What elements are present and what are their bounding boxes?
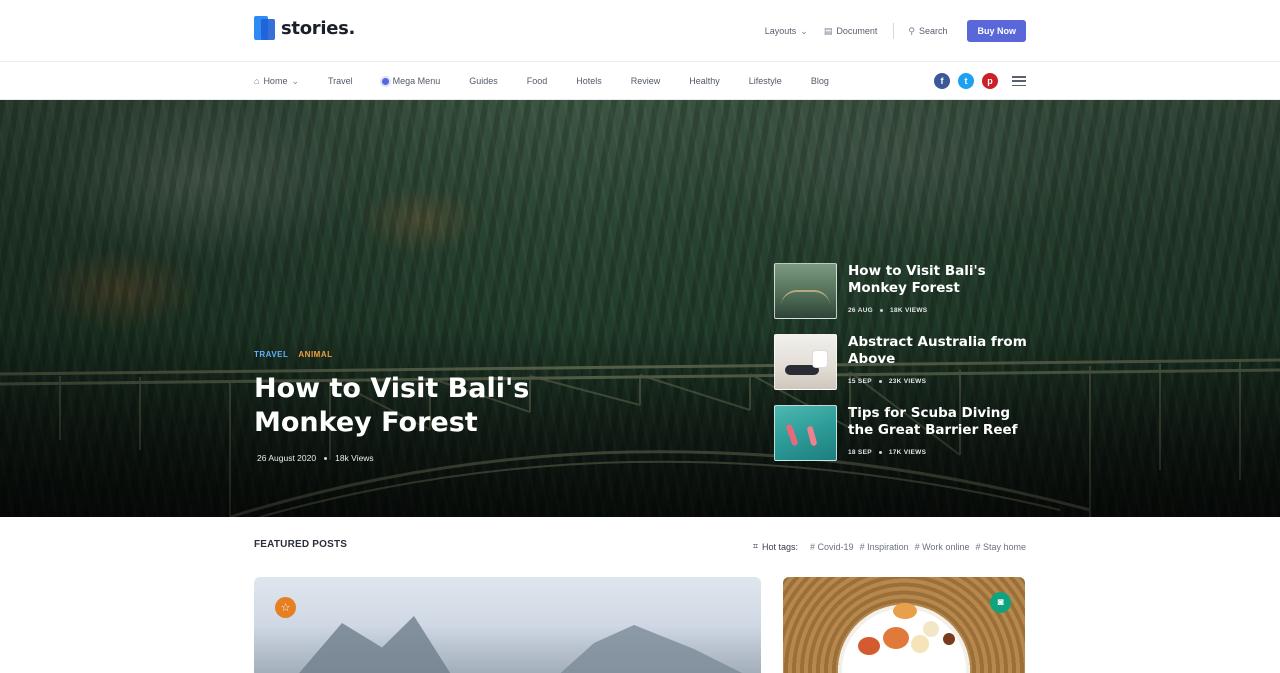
nav-item-blog[interactable]: Blog <box>811 76 829 86</box>
main-nav: ⌂ Home ⌄ Travel Mega Menu Guides Food Ho… <box>0 62 1280 100</box>
logo-mark-icon <box>254 14 276 42</box>
nav-item-hotels[interactable]: Hotels <box>576 76 602 86</box>
side-post-date: 18 SEP <box>848 449 872 456</box>
top-actions: Layouts ⌄ ▤ Document ⚲ Search Buy Now <box>765 20 1026 42</box>
nav-item-label: Blog <box>810 76 829 86</box>
hot-tags: ⌗ Hot tags: # Covid-19 # Inspiration # W… <box>753 541 1026 552</box>
mountain-shape <box>294 616 454 673</box>
side-post-meta: 26 AUG 18K VIEWS <box>848 307 927 314</box>
top-bar: stories. Layouts ⌄ ▤ Document ⚲ Search B… <box>0 0 1280 62</box>
camera-icon: ◙ <box>990 592 1011 613</box>
food-shape <box>911 635 929 653</box>
tag-travel[interactable]: TRAVEL <box>254 350 288 359</box>
document-label: Document <box>836 26 878 36</box>
side-post-date: 26 AUG <box>848 307 874 314</box>
divider <box>893 23 895 39</box>
side-post-title[interactable]: Tips for Scuba Diving the Great Barrier … <box>848 405 1028 439</box>
hero-meta: 26 August 2020 18k Views <box>257 453 374 463</box>
nav-item-label: Review <box>630 76 661 86</box>
search-icon: ⚲ <box>908 25 915 36</box>
facebook-icon[interactable]: f <box>934 73 950 89</box>
nav-item-label: Lifestyle <box>748 76 782 86</box>
side-post-thumbnail[interactable] <box>774 405 837 461</box>
layouts-dropdown[interactable]: Layouts ⌄ <box>765 26 808 37</box>
hero-banner[interactable]: TRAVEL ANIMAL How to Visit Bali's Monkey… <box>0 100 1280 517</box>
nav-item-lifestyle[interactable]: Lifestyle <box>749 76 782 86</box>
nav-item-label: Travel <box>328 76 353 86</box>
food-shape <box>883 627 909 649</box>
food-shape <box>923 621 939 637</box>
side-post-title[interactable]: Abstract Australia from Above <box>848 334 1028 368</box>
side-post[interactable]: Abstract Australia from Above 15 SEP 23K… <box>774 334 1028 390</box>
tag-icon: ⌗ <box>752 541 758 551</box>
nav-item-label: Guides <box>469 76 498 86</box>
hot-tag-link[interactable]: # Work online <box>915 542 970 552</box>
meta-separator <box>878 380 882 383</box>
search-label: Search <box>918 26 948 36</box>
document-link[interactable]: ▤ Document <box>824 26 878 37</box>
featured-header: FEATURED POSTS ⌗ Hot tags: # Covid-19 # … <box>254 538 1026 554</box>
featured-post-card-small[interactable] <box>783 577 1025 673</box>
buy-now-button[interactable]: Buy Now <box>967 20 1026 42</box>
site-logo[interactable]: stories. <box>254 14 355 42</box>
hero-overlay <box>0 100 1280 517</box>
meta-separator <box>324 456 328 460</box>
tag-animal[interactable]: ANIMAL <box>298 350 332 359</box>
mountain-shape <box>554 625 754 673</box>
meta-separator <box>878 451 882 454</box>
star-icon: ☆ <box>275 597 296 618</box>
nav-item-home[interactable]: ⌂ Home ⌄ <box>254 76 299 87</box>
hero-views: 18k Views <box>335 453 374 463</box>
side-post[interactable]: Tips for Scuba Diving the Great Barrier … <box>774 405 1026 461</box>
hero-date: 26 August 2020 <box>257 453 317 463</box>
hot-tag-link[interactable]: # Stay home <box>975 542 1026 552</box>
hero-title[interactable]: How to Visit Bali's Monkey Forest <box>254 372 654 440</box>
layouts-label: Layouts <box>764 26 797 36</box>
home-icon: ⌂ <box>254 76 260 86</box>
hot-tags-label-text: Hot tags: <box>762 541 799 552</box>
nav-menu: ⌂ Home ⌄ Travel Mega Menu Guides Food Ho… <box>254 62 858 100</box>
food-shape <box>943 633 955 645</box>
hot-tag-link[interactable]: # Inspiration <box>860 542 909 552</box>
nav-item-label: Food <box>526 76 548 86</box>
food-shape <box>858 637 880 655</box>
hero-tags: TRAVEL ANIMAL <box>254 350 333 359</box>
hot-tag-link[interactable]: # Covid-19 <box>810 542 854 552</box>
social-links: f t p <box>934 73 1026 89</box>
nav-item-mega-menu[interactable]: Mega Menu <box>381 76 441 86</box>
logo-text: stories. <box>281 17 356 39</box>
featured-post-card-large[interactable] <box>254 577 761 673</box>
food-shape <box>893 603 917 619</box>
meta-separator <box>880 309 884 312</box>
nav-item-label: Home <box>263 76 288 86</box>
featured-heading: FEATURED POSTS <box>254 539 348 550</box>
side-post-thumbnail[interactable] <box>774 334 837 390</box>
side-post-views: 18K VIEWS <box>890 307 928 314</box>
side-post-title[interactable]: How to Visit Bali's Monkey Forest <box>848 263 1028 297</box>
side-post-meta: 18 SEP 17K VIEWS <box>848 449 926 456</box>
hot-tags-label: ⌗ Hot tags: <box>753 541 798 552</box>
nav-item-label: Hotels <box>576 76 602 86</box>
menu-icon[interactable] <box>1012 76 1026 86</box>
side-post[interactable]: How to Visit Bali's Monkey Forest 26 AUG… <box>774 263 1026 319</box>
side-post-views: 23K VIEWS <box>888 378 927 385</box>
nav-item-healthy[interactable]: Healthy <box>689 76 720 86</box>
nav-item-label: Mega Menu <box>392 76 441 86</box>
chevron-down-icon: ⌄ <box>291 75 299 86</box>
document-icon: ▤ <box>823 25 833 36</box>
search-link[interactable]: ⚲ Search <box>908 26 947 37</box>
nav-item-label: Healthy <box>689 76 720 86</box>
nav-item-review[interactable]: Review <box>631 76 661 86</box>
side-post-views: 17K VIEWS <box>888 449 927 456</box>
nav-item-guides[interactable]: Guides <box>469 76 498 86</box>
side-post-meta: 15 SEP 23K VIEWS <box>848 378 926 385</box>
nav-item-food[interactable]: Food <box>527 76 548 86</box>
pinterest-icon[interactable]: p <box>982 73 998 89</box>
chevron-down-icon: ⌄ <box>800 25 808 36</box>
twitter-icon[interactable]: t <box>958 73 974 89</box>
nav-item-travel[interactable]: Travel <box>328 76 353 86</box>
side-post-thumbnail[interactable] <box>774 263 837 319</box>
dot-icon <box>381 77 389 85</box>
side-post-date: 15 SEP <box>848 378 872 385</box>
